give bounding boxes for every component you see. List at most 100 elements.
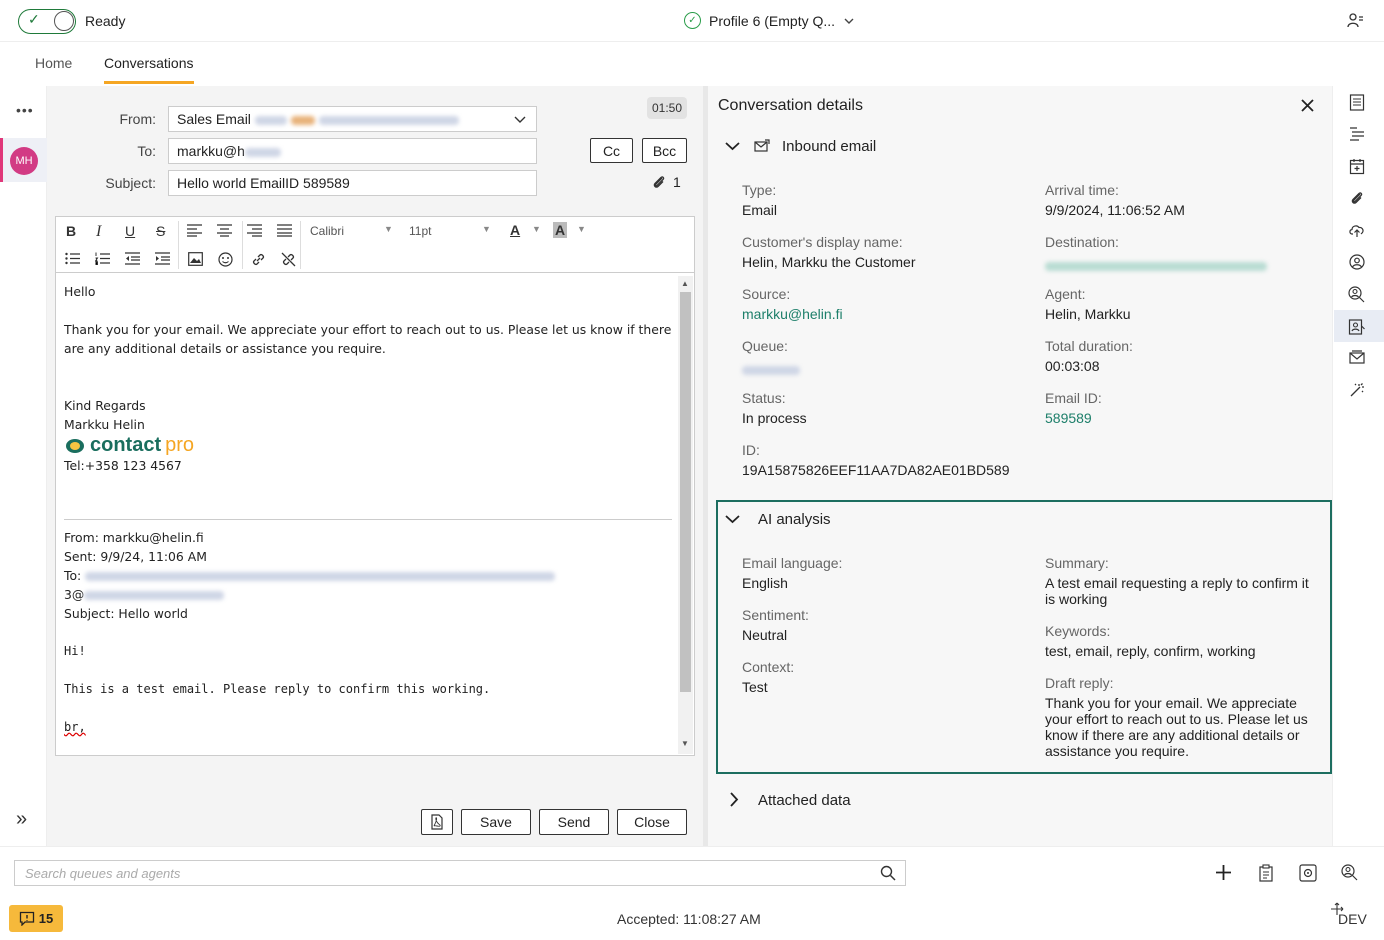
numbered-list-icon[interactable] — [95, 252, 110, 265]
source-link[interactable]: markku@helin.fi — [742, 306, 843, 322]
queue-agent-search-input[interactable]: Search queues and agents — [14, 860, 906, 886]
ready-toggle[interactable]: ✓ — [18, 9, 76, 34]
quoted-hi: Hi! — [64, 644, 86, 658]
user-search-icon[interactable] — [1348, 286, 1366, 303]
link-icon[interactable] — [251, 252, 266, 267]
align-left-icon[interactable] — [187, 224, 202, 237]
context-value: Test — [742, 679, 768, 695]
avatar[interactable]: MH — [10, 147, 38, 175]
redacted-text — [254, 115, 287, 125]
redacted-text — [244, 147, 281, 157]
font-color-icon[interactable]: A — [510, 222, 520, 238]
align-center-icon[interactable] — [217, 224, 232, 237]
caret-down-icon: ▼ — [384, 224, 393, 234]
align-right-icon[interactable] — [247, 224, 262, 237]
document-icon[interactable] — [1349, 94, 1365, 111]
user-circle-icon[interactable] — [1349, 254, 1365, 270]
close-button[interactable]: Close — [617, 809, 687, 835]
bullet-list-icon[interactable] — [65, 252, 80, 265]
chevron-down-icon[interactable] — [725, 140, 740, 152]
list-indent-icon[interactable] — [1349, 126, 1365, 141]
unlink-icon[interactable] — [281, 252, 296, 267]
id-label: ID: — [742, 442, 760, 458]
paperclip-icon — [653, 176, 665, 188]
chevron-right-icon[interactable] — [728, 792, 740, 807]
pdf-export-button[interactable] — [421, 809, 453, 835]
underline-icon[interactable]: U — [125, 223, 135, 239]
highlight-color-icon[interactable]: A — [553, 222, 568, 238]
dial-pad-icon[interactable] — [1299, 864, 1317, 882]
clipboard-icon[interactable] — [1258, 864, 1274, 882]
justify-icon[interactable] — [277, 224, 292, 237]
attachments[interactable]: 1 — [651, 174, 681, 190]
caret-down-icon: ▼ — [482, 224, 491, 234]
editor-content[interactable]: Hello Thank you for your email. We appre… — [64, 282, 672, 737]
insert-image-icon[interactable] — [188, 252, 203, 266]
quoted-subject: Subject: Hello world — [64, 606, 188, 621]
plus-icon[interactable] — [1215, 864, 1232, 881]
user-search-icon[interactable] — [1341, 864, 1359, 881]
emoji-icon[interactable] — [218, 252, 233, 267]
cc-button[interactable]: Cc — [590, 138, 633, 163]
destination-value[interactable] — [1045, 257, 1267, 273]
font-size-select[interactable]: 11pt — [409, 224, 431, 238]
caret-down-icon: ▼ — [532, 224, 541, 234]
accepted-time: Accepted: 11:08:27 AM — [617, 911, 761, 927]
expand-icon[interactable]: » — [16, 808, 27, 831]
bold-icon[interactable]: B — [66, 223, 76, 239]
redacted-emoji — [290, 115, 315, 125]
to-value: markku@h — [177, 143, 245, 159]
alert-message-icon — [19, 911, 34, 926]
send-button[interactable]: Send — [539, 809, 609, 835]
context-label: Context: — [742, 659, 795, 675]
quoted-closing: br, — [64, 720, 86, 734]
summary-value: A test email requesting a reply to confi… — [1045, 575, 1309, 607]
magic-wand-icon[interactable] — [1349, 382, 1365, 398]
mail-icon[interactable] — [1349, 350, 1365, 365]
scroll-up-icon[interactable]: ▲ — [681, 279, 689, 288]
redacted-text — [85, 572, 556, 581]
redacted-text — [84, 591, 225, 600]
bcc-button[interactable]: Bcc — [642, 138, 687, 163]
type-value: Email — [742, 202, 778, 218]
more-icon[interactable]: ••• — [16, 102, 34, 118]
to-field[interactable]: markku@h — [168, 138, 537, 164]
indent-icon[interactable] — [155, 252, 170, 265]
user-settings-icon[interactable] — [1346, 12, 1364, 30]
italic-icon[interactable]: I — [96, 223, 101, 241]
badge-count: 15 — [38, 911, 54, 926]
quoted-body: This is a test email. Please reply to co… — [64, 682, 491, 696]
quoted-from: From: markku@helin.fi — [64, 530, 204, 545]
calendar-add-icon[interactable] — [1349, 158, 1365, 175]
email-language-value: English — [742, 575, 788, 591]
contact-card-icon[interactable] — [1348, 318, 1366, 335]
logo-text-pro: pro — [165, 433, 195, 456]
save-button[interactable]: Save — [461, 809, 531, 835]
subject-field[interactable]: Hello world EmailID 589589 — [168, 170, 537, 196]
notification-badge[interactable]: 15 — [9, 905, 63, 932]
paperclip-icon[interactable] — [1349, 190, 1365, 206]
scroll-down-icon[interactable]: ▼ — [681, 739, 689, 748]
cloud-upload-icon[interactable] — [1348, 222, 1366, 238]
close-icon[interactable] — [1301, 99, 1314, 112]
arrival-label: Arrival time: — [1045, 182, 1119, 198]
attached-data-header[interactable]: Attached data — [758, 792, 851, 809]
left-rail — [0, 86, 47, 846]
inbound-email-header[interactable]: Inbound email — [782, 138, 876, 155]
agent-label: Agent: — [1045, 286, 1086, 302]
email-id-link[interactable]: 589589 — [1045, 410, 1092, 426]
from-select[interactable]: Sales Email — [168, 106, 537, 132]
tab-conversations[interactable]: Conversations — [104, 55, 194, 71]
scrollbar-thumb[interactable] — [680, 292, 691, 692]
profile-selector[interactable]: ✓ Profile 6 (Empty Q... — [684, 12, 855, 29]
tab-home[interactable]: Home — [35, 55, 72, 71]
outdent-icon[interactable] — [125, 252, 140, 265]
duration-label: Total duration: — [1045, 338, 1133, 354]
font-family-select[interactable]: Calibri — [310, 224, 344, 238]
strikethrough-icon[interactable]: S — [156, 223, 165, 239]
ai-analysis-header[interactable]: AI analysis — [758, 511, 831, 528]
check-circle-icon: ✓ — [684, 12, 701, 29]
chevron-down-icon[interactable] — [725, 513, 740, 525]
search-icon[interactable] — [880, 865, 896, 881]
logo-text-contact: contact — [90, 433, 162, 456]
